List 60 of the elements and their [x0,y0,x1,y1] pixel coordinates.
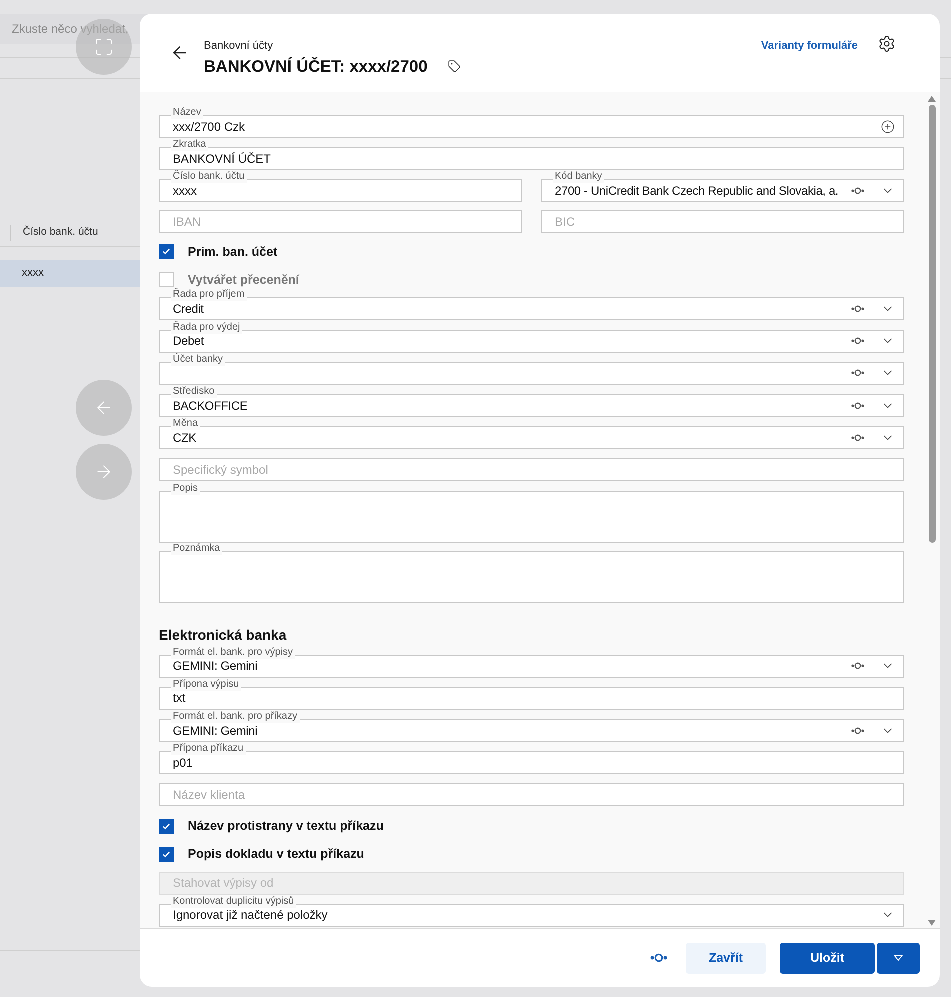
field-label: Řada pro příjem [171,289,247,302]
close-button[interactable]: Zavřít [686,942,766,974]
lookup-icon[interactable] [650,952,668,964]
expand-icon [94,37,114,57]
field-label: Řada pro výdej [171,322,242,334]
scroll-thumb[interactable] [928,105,936,543]
field-label: Poznámka [171,542,222,555]
field-label: Přípona výpisu [171,678,242,691]
field-label: Název [171,107,204,119]
checkbox-label: Popis dokladu v textu příkazu [188,846,364,863]
field-label: Účet banky [171,354,226,366]
field-label: Formát el. bank. pro příkazy [171,711,300,724]
scroll-down-icon[interactable] [928,920,936,926]
lookup-icon[interactable] [851,369,865,378]
check-icon [162,822,171,831]
select-field[interactable]: 2700 - UniCredit Bank Czech Republic and Slovakia, a. [541,179,904,202]
tag-icon[interactable] [448,60,461,74]
field-label: Měna [171,418,200,430]
add-icon[interactable] [881,120,895,134]
table-row[interactable]: xxxx [0,260,140,287]
select-field[interactable]: CZK [159,426,904,450]
caret-icon [894,955,903,961]
checkbox[interactable] [159,818,174,834]
field-label: Popis [171,482,200,495]
check-icon [162,850,171,859]
breadcrumb[interactable]: Bankovní účty [204,38,461,54]
input-field[interactable]: p01 [159,751,904,774]
section-heading: Elektronická banka [159,626,288,645]
field-label: Formát el. bank. pro výpisy [171,646,296,659]
dialog-title: BANKOVNÍ ÚČET: xxxx/2700 [204,56,428,78]
check-icon [162,247,171,256]
input-field[interactable]: BANKOVNÍ ÚČET [159,147,904,170]
column-header[interactable]: Číslo bank. účtu [23,224,98,240]
checkbox-label: Název protistrany v textu příkazu [188,818,384,835]
checkbox-label: Prim. ban. účet [188,244,278,261]
field-label: Číslo bank. účtu [171,171,247,184]
table-cell-text: xxxx [22,266,44,282]
variants-link[interactable]: Varianty formuláře [761,38,858,54]
lookup-icon[interactable] [851,304,865,313]
field-label: Kontrolovat duplicitu výpisů [171,896,296,908]
checkbox-label: Vytvářet přecenění [188,272,300,288]
field-label: Zkratka [171,139,208,152]
field-label: Kód banky [553,171,604,184]
field-label: Přípona příkazu [171,743,246,756]
lookup-icon[interactable] [851,186,865,195]
save-button[interactable]: Uložit [780,942,875,974]
lookup-icon[interactable] [851,662,865,670]
field-label: Středisko [171,386,217,398]
lookup-icon[interactable] [851,434,865,442]
settings-icon[interactable] [878,35,896,53]
checkbox[interactable] [159,244,174,260]
select-field[interactable]: BACKOFFICE [159,394,904,418]
input-field[interactable]: xxxx [159,179,522,202]
lookup-icon[interactable] [851,726,865,735]
more-button[interactable] [877,942,920,974]
lookup-icon[interactable] [851,337,865,346]
lookup-icon[interactable] [851,402,865,410]
input-field[interactable]: xxx/2700 Czk [159,115,904,138]
scroll-up-icon[interactable] [928,96,936,102]
checkbox[interactable] [159,846,174,862]
